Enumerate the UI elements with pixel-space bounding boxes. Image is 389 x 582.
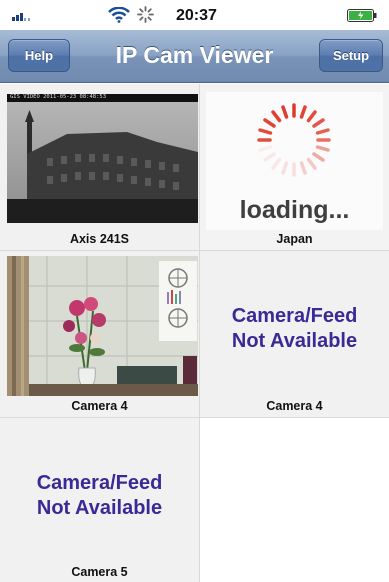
camera-tile-axis-241s[interactable]: GIS VIDEO 2011-05-23 08:48:53 Axis 241S: [0, 84, 199, 250]
camera-feed-image: [7, 256, 198, 396]
column-divider: [199, 84, 200, 582]
setup-button[interactable]: Setup: [319, 39, 383, 72]
navigation-bar: Help IP Cam Viewer Setup: [0, 30, 389, 83]
feed-unavailable-line-1: Camera/Feed: [231, 305, 358, 327]
signal-strength-icon: [12, 13, 30, 21]
camera-tile-camera-4-feed[interactable]: Camera 4: [0, 251, 199, 417]
camera-label: Japan: [276, 232, 313, 246]
camera-label: Camera 5: [71, 565, 128, 579]
status-time: 20:37: [176, 7, 217, 24]
camera-grid: GIS VIDEO 2011-05-23 08:48:53 Axis 241S …: [0, 84, 389, 582]
camera-feed-image: GIS VIDEO 2011-05-23 08:48:53: [7, 94, 198, 223]
camera-tile-camera-4-unavailable[interactable]: Camera/Feed Not Available Camera 4: [200, 251, 389, 417]
camera-label: Camera 4: [71, 399, 128, 413]
feed-unavailable-line-2: Not Available: [36, 497, 163, 519]
loading-spinner-icon: [257, 103, 331, 177]
loading-label: loading...: [239, 196, 350, 224]
feed-unavailable-line-2: Not Available: [231, 330, 358, 352]
camera-label: Camera 4: [266, 399, 323, 413]
empty-tile-slot: [200, 418, 389, 582]
camera-tile-camera-5[interactable]: Camera/Feed Not Available Camera 5: [0, 418, 199, 582]
network-activity-icon: [137, 6, 154, 23]
battery-icon: [347, 9, 377, 22]
feed-unavailable-line-1: Camera/Feed: [36, 472, 163, 494]
camera-label: Axis 241S: [69, 232, 130, 246]
wifi-icon: [108, 7, 130, 23]
status-bar: 20:37: [0, 0, 389, 30]
camera-overlay-timestamp: GIS VIDEO 2011-05-23 08:48:53: [10, 94, 107, 100]
